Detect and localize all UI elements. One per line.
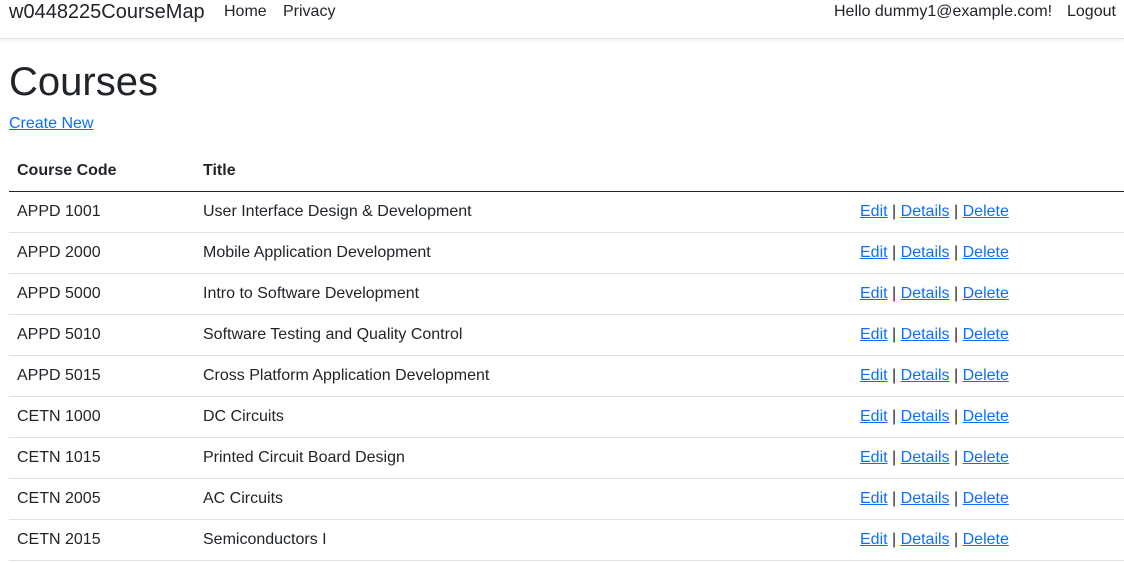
action-separator: |	[892, 408, 897, 425]
nav-logout-button[interactable]: Logout	[1067, 2, 1116, 22]
course-title-cell: Printed Circuit Board Design	[195, 437, 852, 479]
delete-link[interactable]: Delete	[963, 203, 1009, 220]
edit-link[interactable]: Edit	[860, 490, 888, 507]
action-separator: |	[954, 326, 959, 343]
page-title: Courses	[9, 60, 158, 104]
row-actions-cell: Edit | Details | Delete	[852, 273, 1124, 315]
header-course-code: Course Code	[9, 151, 195, 192]
brand-link[interactable]: w0448225CourseMap	[9, 0, 205, 24]
details-link[interactable]: Details	[901, 244, 950, 261]
edit-link[interactable]: Edit	[860, 531, 888, 548]
edit-link[interactable]: Edit	[860, 408, 888, 425]
course-code-cell: CETN 1015	[9, 437, 195, 479]
nav-user-greeting-link[interactable]: Hello dummy1@example.com!	[834, 2, 1052, 22]
table-body: APPD 1001 User Interface Design & Develop…	[9, 191, 1124, 561]
action-separator: |	[892, 203, 897, 220]
course-title-cell: Mobile Application Development	[195, 232, 852, 274]
action-separator: |	[892, 531, 897, 548]
details-link[interactable]: Details	[901, 285, 950, 302]
delete-link[interactable]: Delete	[963, 244, 1009, 261]
action-separator: |	[954, 285, 959, 302]
action-separator: |	[892, 285, 897, 302]
delete-link[interactable]: Delete	[963, 367, 1009, 384]
table-row: APPD 5000 Intro to Software Development Ed…	[9, 273, 1124, 315]
details-link[interactable]: Details	[901, 367, 950, 384]
course-code-cell: CETN 2005	[9, 478, 195, 520]
course-code-cell: CETN 2015	[9, 519, 195, 561]
table-row: APPD 5015 Cross Platform Application Deve…	[9, 355, 1124, 397]
edit-link[interactable]: Edit	[860, 203, 888, 220]
header-actions	[852, 151, 1124, 192]
row-actions-cell: Edit | Details | Delete	[852, 232, 1124, 274]
delete-link[interactable]: Delete	[963, 285, 1009, 302]
course-code-cell: APPD 2000	[9, 232, 195, 274]
table-row: CETN 2005 AC Circuits Edit | Details | Del…	[9, 478, 1124, 520]
table-row: APPD 1001 User Interface Design & Develop…	[9, 191, 1124, 233]
delete-link[interactable]: Delete	[963, 490, 1009, 507]
course-title-cell: Semiconductors I	[195, 519, 852, 561]
table-row: CETN 1000 DC Circuits Edit | Details | Del…	[9, 396, 1124, 438]
table-row: CETN 2015 Semiconductors I Edit | Details …	[9, 519, 1124, 561]
course-code-cell: CETN 1000	[9, 396, 195, 438]
course-title-cell: AC Circuits	[195, 478, 852, 520]
nav-home-link[interactable]: Home	[224, 2, 267, 22]
course-code-cell: APPD 5000	[9, 273, 195, 315]
row-actions-cell: Edit | Details | Delete	[852, 314, 1124, 356]
course-code-cell: APPD 5015	[9, 355, 195, 397]
edit-link[interactable]: Edit	[860, 367, 888, 384]
row-actions-cell: Edit | Details | Delete	[852, 191, 1124, 233]
header-title: Title	[195, 151, 852, 192]
action-separator: |	[892, 490, 897, 507]
course-title-cell: Intro to Software Development	[195, 273, 852, 315]
edit-link[interactable]: Edit	[860, 326, 888, 343]
create-new-link[interactable]: Create New	[9, 114, 93, 134]
edit-link[interactable]: Edit	[860, 244, 888, 261]
action-separator: |	[892, 367, 897, 384]
courses-table: Course Code Title APPD 1001 User Interfac…	[9, 151, 1124, 561]
table-header-row: Course Code Title	[9, 151, 1124, 192]
table-row: CETN 1015 Printed Circuit Board Design Edi…	[9, 437, 1124, 479]
action-separator: |	[954, 203, 959, 220]
table-row: APPD 2000 Mobile Application Development E…	[9, 232, 1124, 274]
action-separator: |	[954, 531, 959, 548]
course-title-cell: Cross Platform Application Development	[195, 355, 852, 397]
courses-table-container: Course Code Title APPD 1001 User Interfac…	[9, 151, 1124, 561]
nav-privacy-link[interactable]: Privacy	[283, 2, 335, 22]
course-title-cell: DC Circuits	[195, 396, 852, 438]
action-separator: |	[892, 449, 897, 466]
action-separator: |	[954, 490, 959, 507]
delete-link[interactable]: Delete	[963, 449, 1009, 466]
details-link[interactable]: Details	[901, 490, 950, 507]
delete-link[interactable]: Delete	[963, 531, 1009, 548]
delete-link[interactable]: Delete	[963, 408, 1009, 425]
edit-link[interactable]: Edit	[860, 285, 888, 302]
details-link[interactable]: Details	[901, 449, 950, 466]
action-separator: |	[954, 408, 959, 425]
row-actions-cell: Edit | Details | Delete	[852, 437, 1124, 479]
course-code-cell: APPD 1001	[9, 191, 195, 233]
action-separator: |	[892, 326, 897, 343]
details-link[interactable]: Details	[901, 326, 950, 343]
row-actions-cell: Edit | Details | Delete	[852, 396, 1124, 438]
details-link[interactable]: Details	[901, 531, 950, 548]
edit-link[interactable]: Edit	[860, 449, 888, 466]
action-separator: |	[892, 244, 897, 261]
course-title-cell: User Interface Design & Development	[195, 191, 852, 233]
top-navbar: w0448225CourseMap Home Privacy Hello dum…	[0, 0, 1124, 39]
table-row: APPD 5010 Software Testing and Quality Co…	[9, 314, 1124, 356]
delete-link[interactable]: Delete	[963, 326, 1009, 343]
row-actions-cell: Edit | Details | Delete	[852, 519, 1124, 561]
row-actions-cell: Edit | Details | Delete	[852, 355, 1124, 397]
details-link[interactable]: Details	[901, 203, 950, 220]
action-separator: |	[954, 449, 959, 466]
course-title-cell: Software Testing and Quality Control	[195, 314, 852, 356]
action-separator: |	[954, 367, 959, 384]
course-code-cell: APPD 5010	[9, 314, 195, 356]
details-link[interactable]: Details	[901, 408, 950, 425]
row-actions-cell: Edit | Details | Delete	[852, 478, 1124, 520]
action-separator: |	[954, 244, 959, 261]
